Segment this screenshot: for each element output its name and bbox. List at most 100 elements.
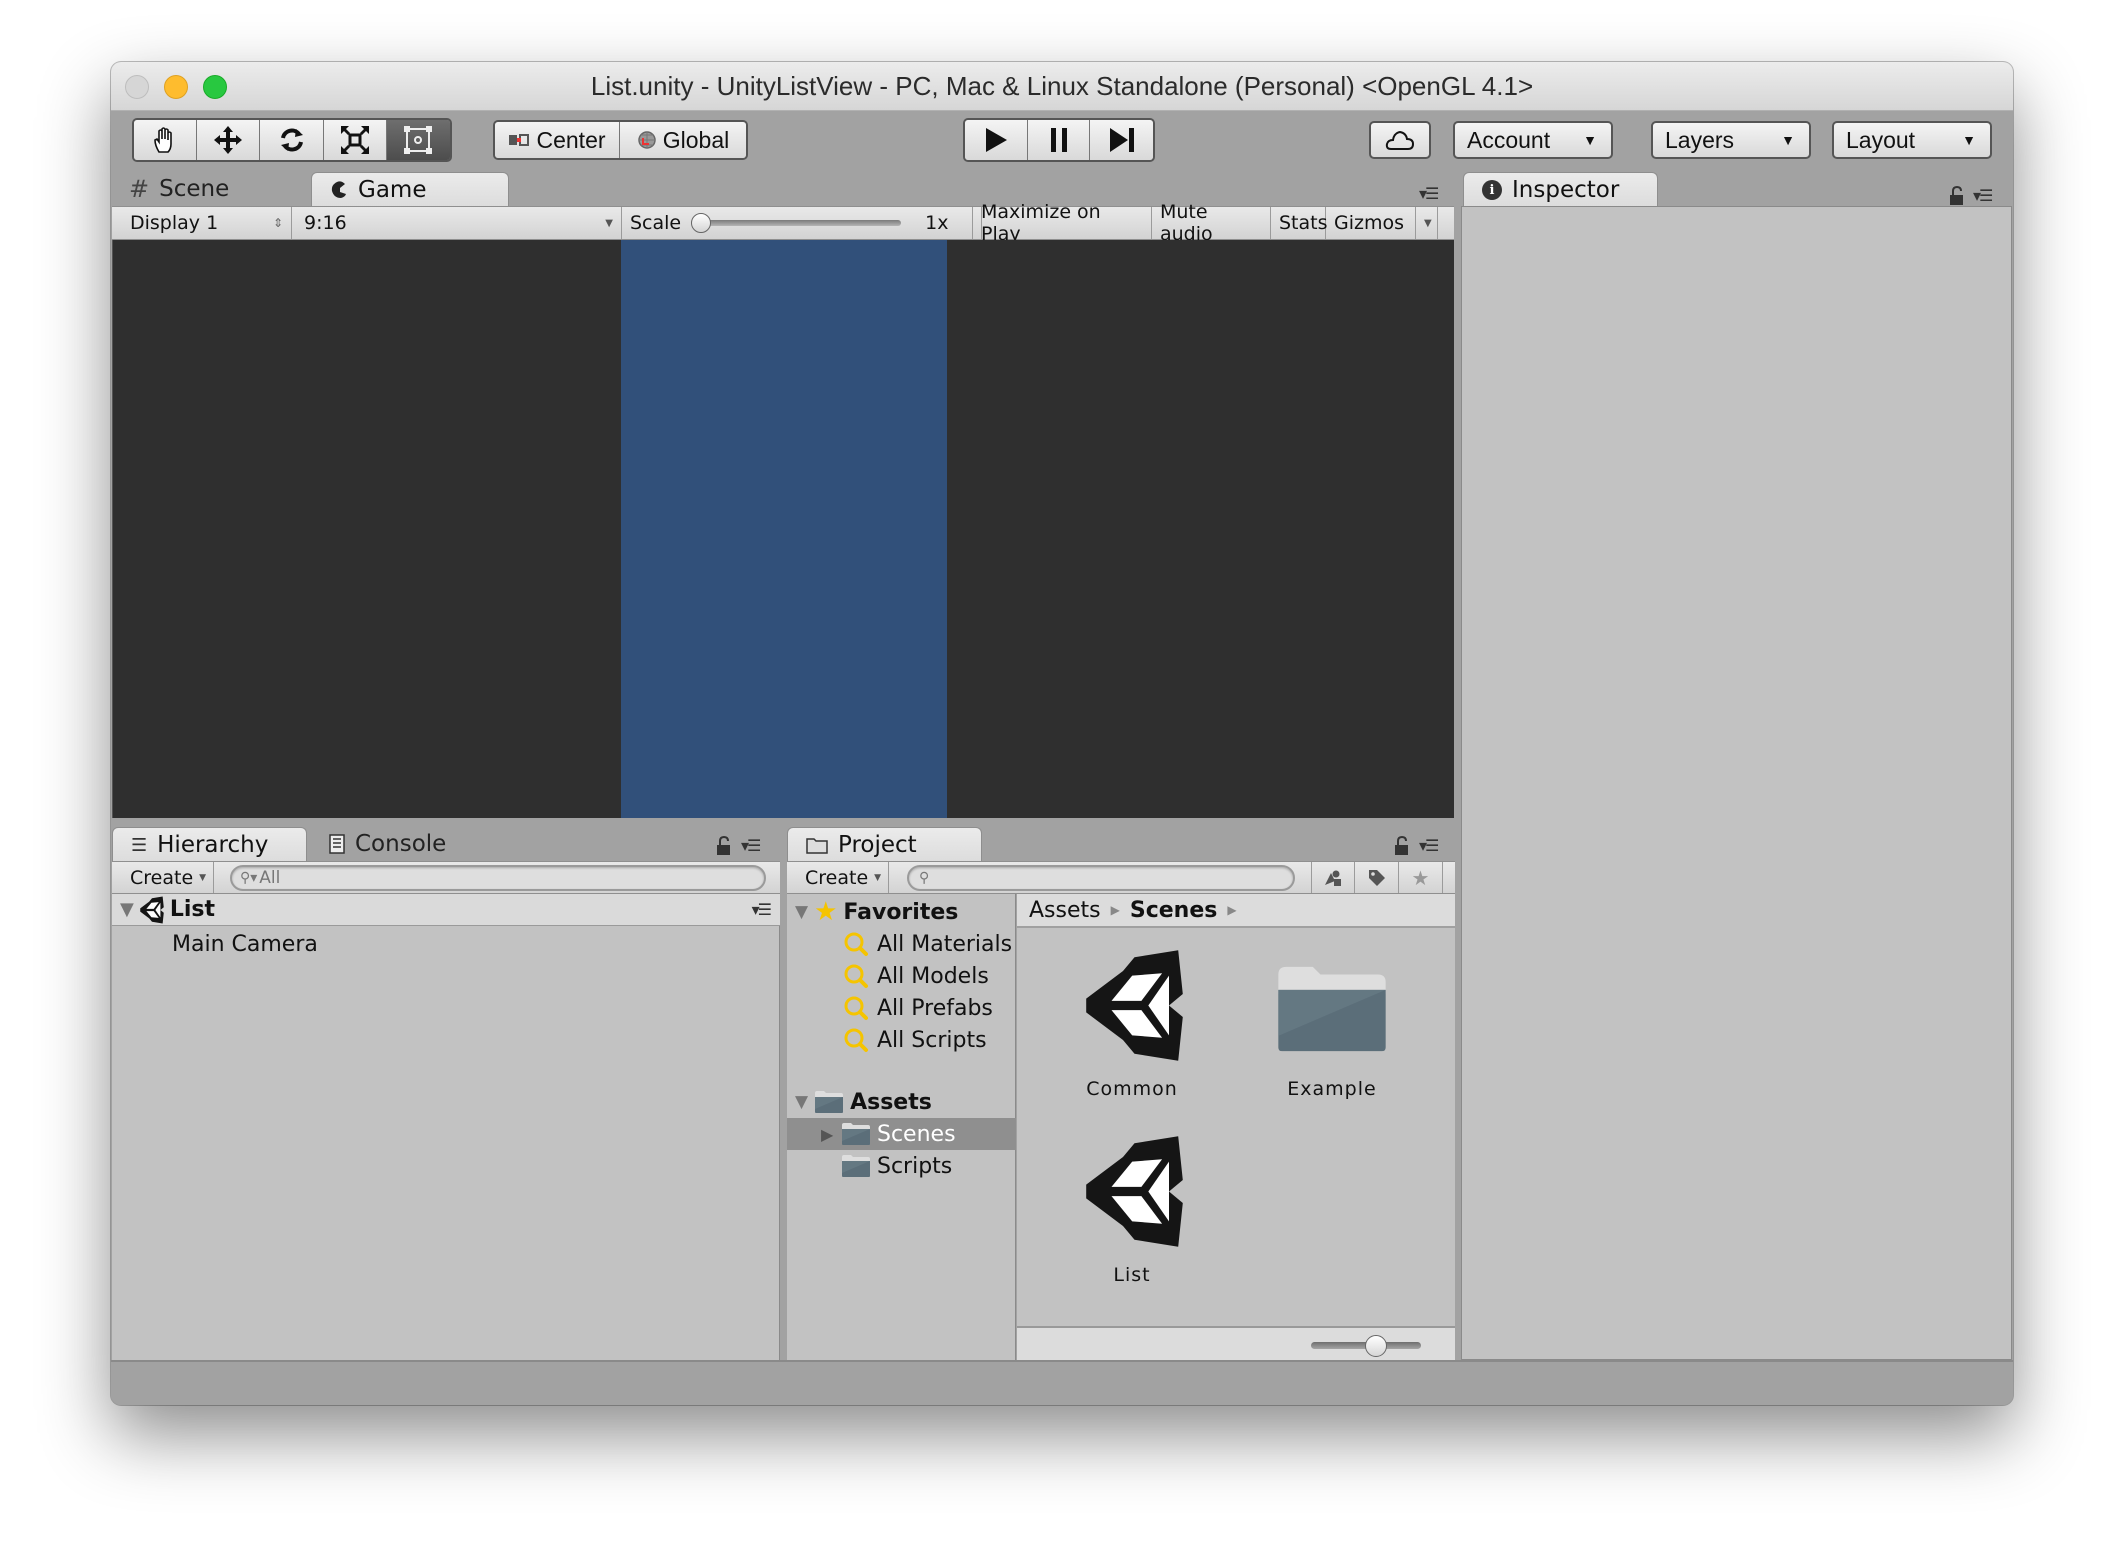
pivot-center-button[interactable]: Center bbox=[495, 122, 621, 158]
account-dropdown[interactable]: Account ▼ bbox=[1453, 121, 1613, 159]
favorite-item-label: All Prefabs bbox=[877, 995, 993, 1021]
cloud-icon bbox=[1385, 130, 1415, 150]
icon-size-slider-thumb[interactable] bbox=[1365, 1335, 1387, 1357]
asset-folder-label: Scenes bbox=[877, 1121, 956, 1147]
scale-icon bbox=[340, 126, 369, 154]
space-global-button[interactable]: Global bbox=[620, 122, 746, 158]
main-toolbar: Center Global Account ▼ Layers ▼ Layout … bbox=[111, 111, 2013, 171]
layers-dropdown[interactable]: Layers ▼ bbox=[1651, 121, 1811, 159]
grid-icon: # bbox=[129, 175, 150, 203]
icon-size-slider[interactable] bbox=[1311, 1334, 1421, 1357]
gizmos-toggle[interactable]: Gizmos bbox=[1326, 207, 1416, 239]
account-label: Account bbox=[1467, 126, 1551, 153]
tab-game[interactable]: Game bbox=[311, 172, 509, 207]
scale-value: 1x bbox=[925, 212, 949, 234]
expanded-triangle-icon: ▼ bbox=[120, 899, 134, 920]
panel-menu-icon[interactable]: ▾☰ bbox=[1419, 184, 1439, 203]
chevron-down-icon: ▼ bbox=[1781, 132, 1795, 148]
gizmos-label: Gizmos bbox=[1334, 212, 1405, 234]
panel-menu-icon[interactable]: ▾☰ bbox=[1973, 186, 1993, 205]
tab-inspector[interactable]: i Inspector bbox=[1463, 172, 1658, 207]
display-dropdown[interactable]: Display 1 ⇕ bbox=[122, 207, 292, 239]
tab-scene[interactable]: # Scene bbox=[111, 172, 311, 206]
space-global-label: Global bbox=[662, 126, 730, 153]
star-icon: ★ bbox=[1411, 865, 1430, 890]
scale-tool-button[interactable] bbox=[323, 120, 387, 160]
stats-toggle[interactable]: Stats bbox=[1271, 207, 1328, 239]
save-search-button[interactable]: ★ bbox=[1399, 862, 1443, 893]
gizmos-dropdown[interactable]: ▼ bbox=[1416, 207, 1438, 239]
pivot-center-icon bbox=[509, 134, 530, 146]
collapsed-triangle-icon[interactable]: ▶ bbox=[821, 1125, 835, 1144]
pause-button[interactable] bbox=[1027, 120, 1091, 160]
hierarchy-item[interactable]: Main Camera bbox=[172, 928, 318, 960]
inspector-panel bbox=[1461, 206, 2012, 1360]
breadcrumb-assets[interactable]: Assets bbox=[1029, 898, 1101, 923]
panel-menu-icon[interactable]: ▾☰ bbox=[1419, 836, 1439, 855]
search-by-label-button[interactable] bbox=[1355, 862, 1399, 893]
unity-editor-window: List.unity - UnityListView - PC, Mac & L… bbox=[111, 62, 2013, 1405]
asset-item[interactable]: List bbox=[1067, 1134, 1197, 1294]
cloud-button[interactable] bbox=[1369, 121, 1431, 159]
pause-icon bbox=[1050, 128, 1067, 152]
status-bar bbox=[111, 1360, 2013, 1405]
rotate-tool-button[interactable] bbox=[260, 120, 324, 160]
project-toolbar: Create ▼ ⚲ ★ bbox=[787, 861, 1455, 894]
playback-controls bbox=[963, 118, 1155, 162]
play-button[interactable] bbox=[965, 120, 1028, 160]
display-label: Display 1 bbox=[130, 212, 219, 234]
asset-folder-item[interactable]: ▶ Scenes bbox=[787, 1118, 1016, 1150]
tab-console[interactable]: Console bbox=[311, 827, 491, 861]
layout-dropdown[interactable]: Layout ▼ bbox=[1832, 121, 1992, 159]
asset-folder-item[interactable]: Scripts bbox=[787, 1150, 1016, 1182]
rect-tool-button[interactable] bbox=[386, 120, 450, 160]
hierarchy-scene-row[interactable]: ▼ List ▾☰ bbox=[112, 894, 780, 926]
favorite-item[interactable]: All Materials bbox=[843, 928, 1012, 960]
step-button[interactable] bbox=[1090, 120, 1153, 160]
expanded-triangle-icon: ▼ bbox=[795, 1092, 809, 1112]
scene-menu-icon[interactable]: ▾☰ bbox=[752, 900, 772, 919]
asset-label: List bbox=[1113, 1264, 1151, 1286]
search-icon bbox=[844, 932, 868, 956]
tab-scene-label: Scene bbox=[159, 176, 230, 202]
lock-icon[interactable] bbox=[1394, 835, 1410, 860]
tab-project[interactable]: Project bbox=[787, 827, 982, 862]
move-icon bbox=[214, 126, 243, 154]
maximize-on-play-toggle[interactable]: Maximize on Play bbox=[972, 201, 1152, 245]
hierarchy-item-label: Main Camera bbox=[172, 931, 318, 957]
game-view-toolbar: Display 1 ⇕ 9:16 ▼ Scale 1x Maximize on … bbox=[112, 201, 1454, 245]
title-bar: List.unity - UnityListView - PC, Mac & L… bbox=[111, 62, 2013, 111]
move-tool-button[interactable] bbox=[197, 120, 261, 160]
tab-game-label: Game bbox=[358, 177, 427, 203]
favorite-item[interactable]: All Scripts bbox=[843, 1024, 987, 1056]
hand-tool-button[interactable] bbox=[134, 120, 198, 160]
scale-slider-thumb[interactable] bbox=[691, 213, 712, 233]
layers-label: Layers bbox=[1665, 126, 1735, 153]
favorite-item[interactable]: All Prefabs bbox=[843, 992, 993, 1024]
project-create-dropdown[interactable]: Create ▼ bbox=[797, 862, 889, 893]
project-search-input[interactable]: ⚲ bbox=[907, 865, 1295, 891]
game-view[interactable] bbox=[112, 240, 1454, 818]
mute-audio-label: Mute audio bbox=[1160, 201, 1213, 245]
layout-label: Layout bbox=[1846, 126, 1916, 153]
assets-header[interactable]: ▼ Assets bbox=[795, 1086, 932, 1118]
hierarchy-search-input[interactable]: ⚲▾ All bbox=[230, 865, 766, 891]
favorites-header[interactable]: ▼ ★ Favorites bbox=[795, 896, 958, 928]
asset-item[interactable]: Common bbox=[1067, 948, 1197, 1108]
scale-slider[interactable] bbox=[691, 213, 902, 233]
favorite-item[interactable]: All Models bbox=[843, 960, 989, 992]
mute-audio-toggle[interactable]: Mute audio bbox=[1152, 201, 1271, 245]
scale-control: Scale 1x bbox=[622, 207, 982, 239]
panel-menu-icon[interactable]: ▾☰ bbox=[741, 836, 761, 855]
tab-hierarchy[interactable]: ☰ Hierarchy bbox=[112, 827, 307, 862]
expanded-triangle-icon: ▼ bbox=[795, 902, 809, 922]
aspect-dropdown[interactable]: 9:16 ▼ bbox=[292, 207, 622, 239]
search-by-type-button[interactable] bbox=[1311, 862, 1355, 893]
lock-icon[interactable] bbox=[716, 835, 732, 860]
tab-inspector-label: Inspector bbox=[1512, 177, 1620, 203]
asset-item[interactable]: Example bbox=[1267, 948, 1397, 1108]
tag-icon bbox=[1368, 869, 1385, 886]
breadcrumb-scenes[interactable]: Scenes bbox=[1130, 898, 1217, 923]
hand-icon bbox=[154, 127, 172, 153]
hierarchy-create-dropdown[interactable]: Create ▼ bbox=[122, 862, 214, 893]
